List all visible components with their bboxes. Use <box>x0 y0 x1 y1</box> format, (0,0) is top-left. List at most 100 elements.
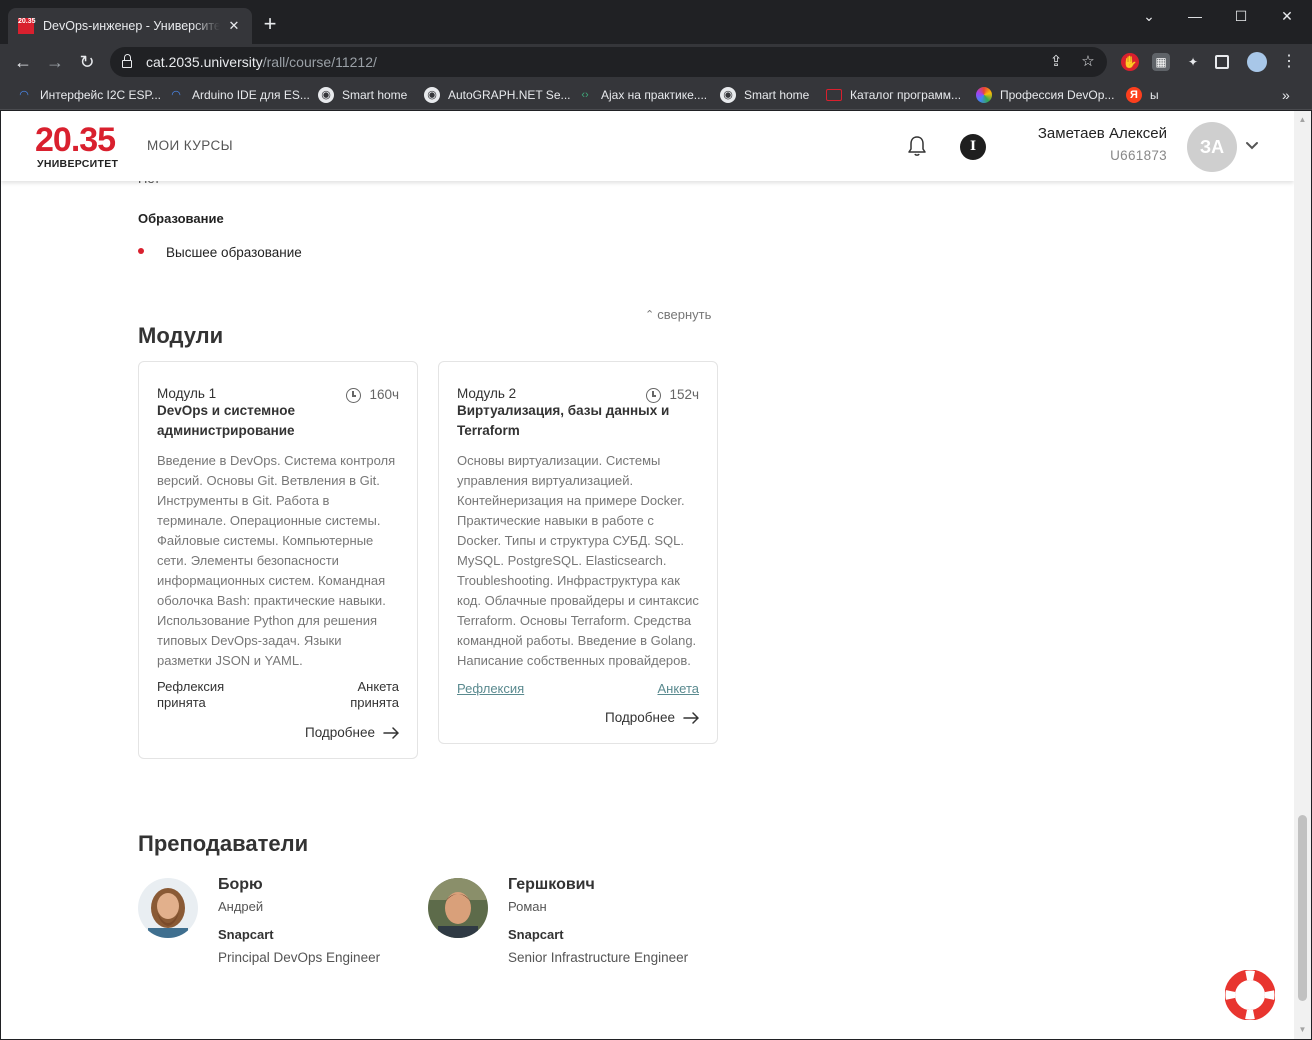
reflection-link[interactable]: Рефлексия <box>457 681 524 696</box>
minimize-button[interactable]: — <box>1172 6 1218 26</box>
bookmark-label: Arduino IDE для ES... <box>192 88 310 102</box>
forward-button[interactable]: → <box>42 49 68 75</box>
new-tab-button[interactable]: + <box>258 12 282 36</box>
module-description: Основы виртуализации. Системы управления… <box>457 453 699 668</box>
modules-title: Модули <box>138 323 224 348</box>
share-icon[interactable]: ⇪ <box>1047 53 1065 71</box>
scroll-thumb[interactable] <box>1298 815 1307 1001</box>
globe-icon: ◉ <box>424 87 440 103</box>
education-title: Образование <box>138 211 224 226</box>
code-icon: ‹› <box>581 89 589 101</box>
folder-icon <box>826 89 842 101</box>
logo-number[interactable]: 20.35 <box>35 121 116 160</box>
adblock-extension-icon[interactable]: ✋ <box>1121 53 1139 71</box>
education-item: Высшее образование <box>138 245 302 260</box>
wifi-icon: ◠ <box>171 89 181 101</box>
reflection-status: Рефлексия принята <box>157 679 225 710</box>
teacher-photo <box>428 878 488 938</box>
module-hours-value: 160ч <box>369 387 399 402</box>
url-host: cat.2035.university <box>146 54 263 70</box>
module-more-button[interactable]: Подробнее <box>157 725 399 740</box>
module-status: Рефлексия принята Анкета принята <box>157 679 399 711</box>
bookmarks-overflow-icon[interactable]: » <box>1282 85 1290 105</box>
browser-tab[interactable]: 20.35 DevOps-инженер - Университет 20.35… <box>8 8 252 44</box>
teacher-role: Principal DevOps Engineer <box>218 950 381 965</box>
clock-icon <box>646 388 662 403</box>
bookmark-item[interactable]: ◉ AutoGRAPH.NET Se... <box>424 85 571 105</box>
bookmark-item[interactable]: ‹› Ajax на практике.... <box>577 85 707 105</box>
scroll-up-icon[interactable]: ▲ <box>1298 115 1307 124</box>
bookmark-item[interactable]: Профессия DevOp... <box>976 85 1114 105</box>
teacher-company: Snapcart <box>218 927 274 942</box>
survey-link[interactable]: Анкета <box>657 681 699 696</box>
bell-icon[interactable] <box>907 135 927 157</box>
avatar[interactable]: ЗА <box>1187 122 1237 172</box>
bookmark-label: Каталог программ... <box>850 88 962 102</box>
chevron-down-icon[interactable] <box>1244 137 1260 153</box>
collapse-link[interactable]: ⌃ свернуть <box>645 307 711 322</box>
browser-menu-icon[interactable]: ⋮ <box>1280 53 1298 71</box>
chevron-up-icon: ⌃ <box>645 309 655 321</box>
globe-icon: ◉ <box>318 87 334 103</box>
close-window-button[interactable]: ✕ <box>1264 6 1310 26</box>
profile-avatar-icon[interactable] <box>1247 52 1267 72</box>
url-path: /rall/course/11212/ <box>262 54 377 70</box>
lock-icon <box>122 54 132 68</box>
logo-text[interactable]: УНИВЕРСИТЕТ <box>37 158 118 170</box>
bookmark-star-icon[interactable]: ☆ <box>1079 53 1097 71</box>
browser-toolbar: ← → ↻ cat.2035.university/rall/course/11… <box>0 44 1312 80</box>
yandex-icon: Я <box>1126 87 1142 103</box>
tab-close-icon[interactable]: ✕ <box>226 18 242 34</box>
teacher-last-name: Гершкович <box>508 876 595 893</box>
survey-status: Анкета принята <box>350 679 399 710</box>
address-bar[interactable]: cat.2035.university/rall/course/11212/ ⇪… <box>110 47 1107 77</box>
wifi-icon: ◠ <box>19 89 29 101</box>
sidepanel-icon[interactable] <box>1215 55 1229 69</box>
tab-title: DevOps-инженер - Университет 20.35 <box>43 19 220 33</box>
nav-my-courses[interactable]: МОИ КУРСЫ <box>147 138 233 153</box>
web-page: 20.35 УНИВЕРСИТЕТ МОИ КУРСЫ I Заметаев А… <box>1 111 1294 1039</box>
help-lifebuoy-icon[interactable] <box>1225 970 1275 1020</box>
module-card: Модуль 2 152ч Виртуализация, базы данных… <box>438 361 718 744</box>
module-card: Модуль 1 160ч DevOps и системное админис… <box>138 361 418 759</box>
back-button[interactable]: ← <box>10 49 36 75</box>
bookmark-label: Интерфейс I2C ESP... <box>40 88 162 102</box>
bookmark-item[interactable]: ◠ Arduino IDE для ES... <box>168 85 310 105</box>
reload-button[interactable]: ↻ <box>74 49 100 75</box>
browser-titlebar: 20.35 DevOps-инженер - Университет 20.35… <box>0 0 1312 44</box>
teacher-role: Senior Infrastructure Engineer <box>508 950 689 965</box>
education-item-label: Высшее образование <box>166 245 302 260</box>
module-hours-value: 152ч <box>669 387 699 402</box>
user-id: U661873 <box>1110 148 1167 163</box>
module-more-label: Подробнее <box>304 725 375 740</box>
bookmark-item[interactable]: Яы <box>1126 85 1159 105</box>
maximize-button[interactable]: ☐ <box>1218 6 1264 26</box>
bookmark-item[interactable]: ◉ Smart home <box>720 85 809 105</box>
globe-icon: ◉ <box>720 87 736 103</box>
module-links: Рефлексия Анкета <box>457 681 699 696</box>
info-icon[interactable]: I <box>960 134 986 160</box>
extensions-puzzle-icon[interactable]: ✦ <box>1184 53 1202 71</box>
scroll-down-icon[interactable]: ▼ <box>1298 1025 1307 1034</box>
bookmark-item[interactable]: Каталог программ... <box>826 85 961 105</box>
teacher-first-name: Роман <box>508 899 547 914</box>
teacher-first-name: Андрей <box>218 899 264 914</box>
bookmarks-bar: ◠ Интерфейс I2C ESP... ◠ Arduino IDE для E… <box>0 80 1312 110</box>
module-more-button[interactable]: Подробнее <box>457 710 699 725</box>
teacher-info: Борю Андрей Snapcart Principal DevOps En… <box>218 876 380 965</box>
teachers-title: Преподаватели <box>138 831 309 856</box>
arrow-right-icon <box>683 711 699 724</box>
module-hours: 160ч <box>346 386 399 403</box>
bookmark-item[interactable]: ◠ Интерфейс I2C ESP... <box>16 85 161 105</box>
tab-search-icon[interactable]: ⌄ <box>1126 6 1172 26</box>
teacher-photo <box>138 878 198 938</box>
teacher-info: Гершкович Роман Snapcart Senior Infrastr… <box>508 876 688 965</box>
bookmark-label: Smart home <box>744 88 810 102</box>
color-picker-extension-icon[interactable]: ▦ <box>1152 53 1170 71</box>
module-description: Введение в DevOps. Система контроля верс… <box>157 453 396 668</box>
page-scrollbar[interactable]: ▲ ▼ <box>1294 111 1311 1039</box>
user-name[interactable]: Заметаев Алексей <box>1038 125 1167 142</box>
bookmark-item[interactable]: ◉ Smart home <box>318 85 407 105</box>
module-hours: 152ч <box>646 386 699 403</box>
collapse-label: свернуть <box>657 307 712 322</box>
